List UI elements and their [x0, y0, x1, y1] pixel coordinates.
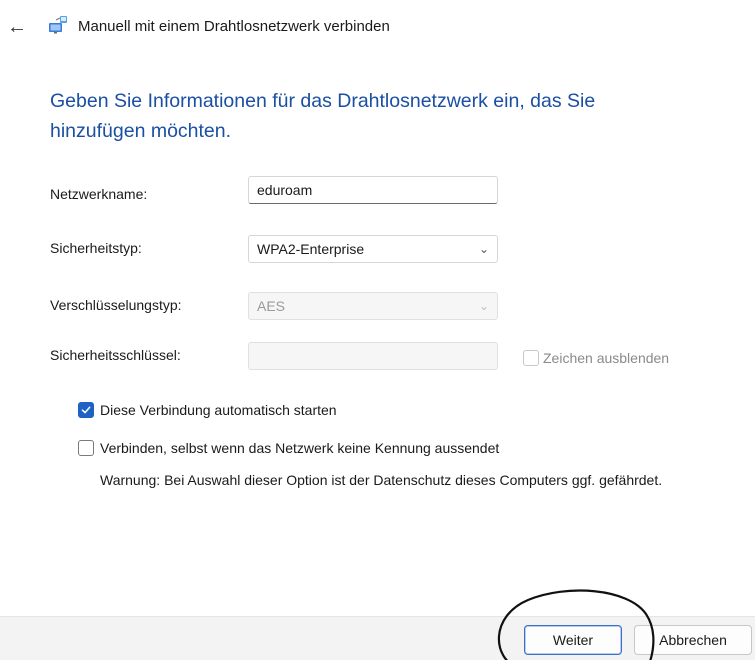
footer-bar: Weiter Abbrechen [0, 616, 755, 660]
wireless-network-icon [48, 14, 70, 34]
back-arrow-icon[interactable]: ← [4, 16, 30, 38]
encryption-type-value: AES [257, 298, 286, 314]
network-name-input[interactable] [248, 176, 498, 204]
hide-chars-checkbox [523, 350, 539, 366]
window-title: Manuell mit einem Drahtlosnetzwerk verbi… [78, 18, 390, 35]
privacy-warning: Warnung: Bei Auswahl dieser Option ist d… [100, 472, 663, 488]
wizard-window: ← Manuell mit einem Drahtlosnetzwerk ver… [0, 0, 755, 660]
security-key-input [248, 342, 498, 370]
network-name-label: Netzwerkname: [50, 186, 148, 202]
security-type-value: WPA2-Enterprise [257, 241, 365, 257]
chevron-down-icon: ⌄ [478, 299, 489, 313]
auto-start-checkbox[interactable] [78, 402, 94, 418]
security-type-select[interactable]: WPA2-Enterprise ⌄ [248, 235, 498, 263]
hide-chars-label: Zeichen ausblenden [543, 350, 670, 366]
cancel-button[interactable]: Abbrechen [634, 625, 752, 655]
page-heading: Geben Sie Informationen für das Drahtlos… [50, 90, 596, 142]
connect-hidden-label[interactable]: Verbinden, selbst wenn das Netzwerk kein… [100, 440, 499, 456]
encryption-type-select: AES ⌄ [248, 292, 498, 320]
connect-hidden-checkbox[interactable] [78, 440, 94, 456]
security-type-label: Sicherheitstyp: [50, 240, 142, 256]
auto-start-label[interactable]: Diese Verbindung automatisch starten [100, 402, 337, 418]
chevron-down-icon: ⌄ [478, 242, 489, 256]
next-button[interactable]: Weiter [524, 625, 622, 655]
checkmark-icon [81, 406, 91, 414]
security-key-label: Sicherheitsschlüssel: [50, 347, 181, 363]
encryption-type-label: Verschlüsselungstyp: [50, 297, 182, 313]
